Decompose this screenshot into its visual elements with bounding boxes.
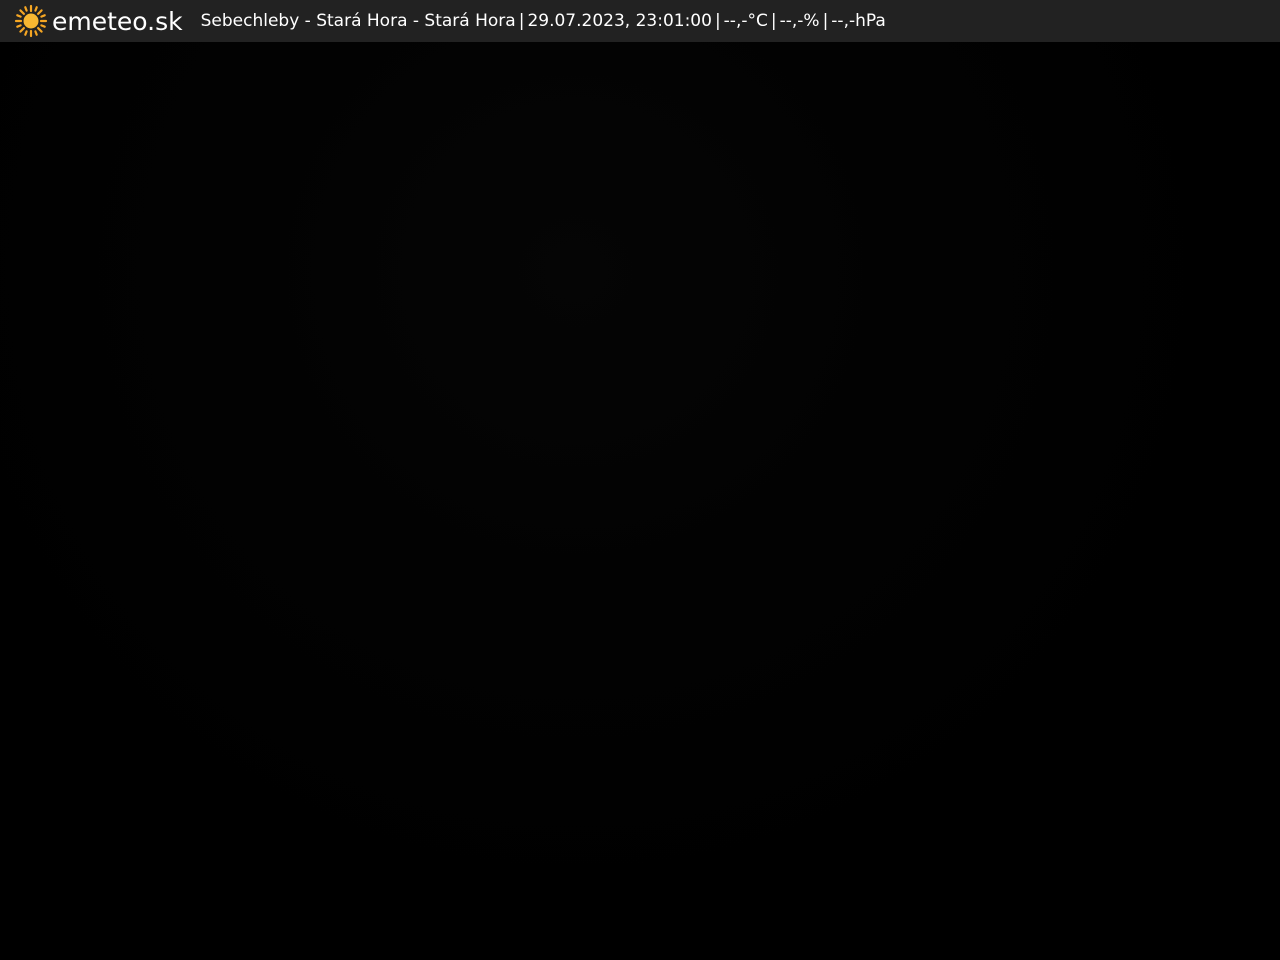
- location-text: Sebechleby - Stará Hora - Stará Hora: [200, 10, 516, 31]
- webcam-frame: emeteo.sk Sebechleby - Stará Hora - Star…: [0, 0, 1280, 960]
- separator: |: [714, 10, 721, 31]
- caption: Sebechleby - Stará Hora - Stará Hora | 2…: [200, 10, 886, 31]
- temperature-text: --,-°C: [723, 10, 768, 31]
- brand: emeteo.sk: [14, 4, 183, 38]
- separator: |: [770, 10, 777, 31]
- datetime-text: 29.07.2023, 23:01:00: [527, 10, 712, 31]
- sun-icon: [14, 4, 48, 38]
- separator: |: [518, 10, 525, 31]
- separator: |: [822, 10, 829, 31]
- humidity-text: --,-%: [779, 10, 820, 31]
- pressure-text: --,-hPa: [831, 10, 886, 31]
- brand-name: emeteo.sk: [52, 6, 183, 36]
- webcam-image: [0, 42, 1280, 960]
- info-overlay-bar: emeteo.sk Sebechleby - Stará Hora - Star…: [0, 0, 1280, 42]
